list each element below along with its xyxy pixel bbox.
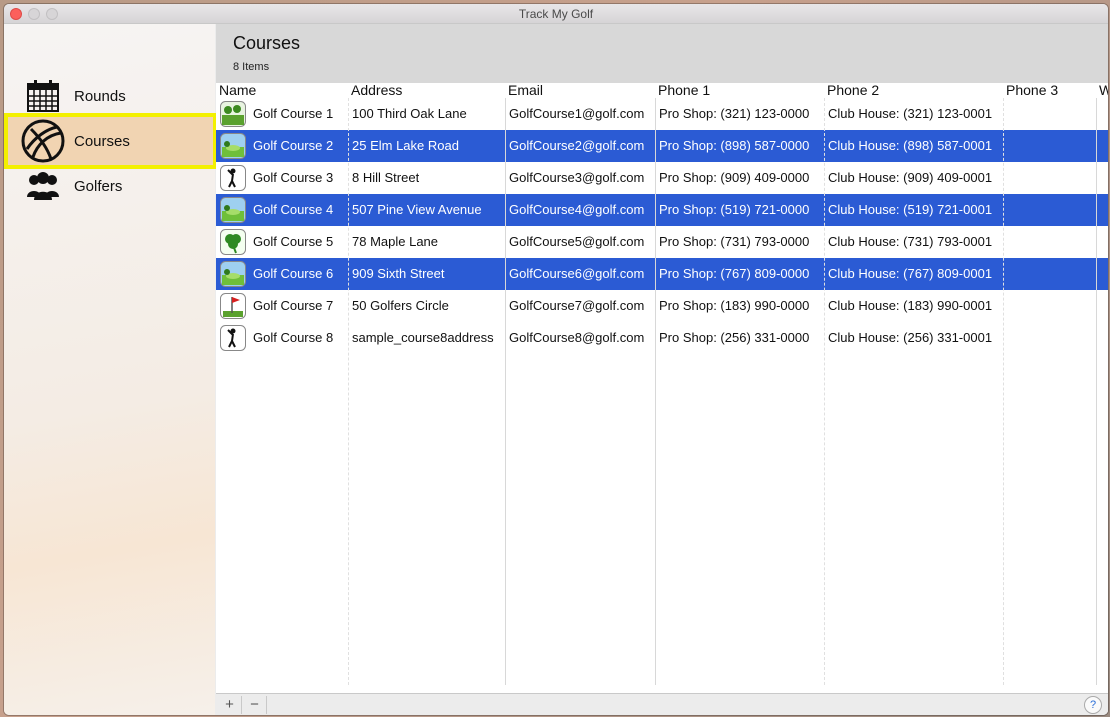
- table-row[interactable]: Golf Course 2 25 Elm Lake Road GolfCourse2…: [216, 130, 1108, 162]
- table-row[interactable]: Golf Course 4 507 Pine View Avenue GolfCou…: [216, 194, 1108, 226]
- cell-email: GolfCourse5@golf.com: [509, 234, 645, 249]
- item-count: 8 Items: [233, 61, 270, 73]
- cell-address: sample_course8address: [352, 330, 494, 345]
- table-row[interactable]: Golf Course 1 100 Third Oak Lane GolfCours…: [216, 98, 1108, 130]
- content-header: Courses 8 Items: [216, 24, 1108, 83]
- help-button[interactable]: ?: [1084, 696, 1102, 714]
- table-row[interactable]: Golf Course 3 8 Hill Street GolfCourse3@go…: [216, 162, 1108, 194]
- cell-name: Golf Course 2: [253, 138, 334, 153]
- cell-address: 507 Pine View Avenue: [352, 202, 482, 217]
- cell-name: Golf Course 8: [253, 330, 334, 345]
- sidebar-item-label: Courses: [74, 132, 130, 150]
- cell-phone1: Pro Shop: (519) 721-0000: [659, 202, 810, 217]
- cell-phone1: Pro Shop: (321) 123-0000: [659, 106, 810, 121]
- sidebar-item-label: Rounds: [74, 87, 126, 105]
- cell-phone1: Pro Shop: (898) 587-0000: [659, 138, 810, 153]
- calendar-icon: [20, 73, 66, 119]
- cell-phone2: Club House: (767) 809-0001: [828, 266, 993, 281]
- cell-phone1: Pro Shop: (183) 990-0000: [659, 298, 810, 313]
- cell-phone1: Pro Shop: (731) 793-0000: [659, 234, 810, 249]
- golfer-swing-icon: [220, 325, 246, 351]
- sidebar: Rounds Courses Golfers: [4, 24, 217, 715]
- cell-email: GolfCourse4@golf.com: [509, 202, 645, 217]
- column-divider: [824, 98, 825, 685]
- course-landscape-icon: [220, 261, 246, 287]
- column-divider: [1003, 98, 1004, 685]
- cell-name: Golf Course 3: [253, 170, 334, 185]
- title-bar: Track My Golf: [4, 4, 1108, 24]
- cell-email: GolfCourse8@golf.com: [509, 330, 645, 345]
- column-header-phone1[interactable]: Phone 1: [658, 83, 710, 98]
- cell-address: 78 Maple Lane: [352, 234, 439, 249]
- bottom-toolbar: + − ?: [216, 693, 1108, 715]
- main-content: Courses 8 Items Name Address Email Phone…: [216, 24, 1108, 715]
- globe-icon: [20, 118, 66, 164]
- cell-phone2: Club House: (731) 793-0001: [828, 234, 993, 249]
- add-button[interactable]: +: [218, 696, 242, 714]
- table-body: Golf Course 1 100 Third Oak Lane GolfCours…: [216, 98, 1108, 354]
- course-landscape-icon: [220, 197, 246, 223]
- cell-name: Golf Course 6: [253, 266, 334, 281]
- table-row[interactable]: Golf Course 5 78 Maple Lane GolfCourse5@go…: [216, 226, 1108, 258]
- course-landscape-icon: [220, 133, 246, 159]
- cell-email: GolfCourse3@golf.com: [509, 170, 645, 185]
- cell-email: GolfCourse7@golf.com: [509, 298, 645, 313]
- cell-name: Golf Course 7: [253, 298, 334, 313]
- cell-email: GolfCourse6@golf.com: [509, 266, 645, 281]
- cell-phone1: Pro Shop: (256) 331-0000: [659, 330, 810, 345]
- cell-phone2: Club House: (898) 587-0001: [828, 138, 993, 153]
- cell-phone2: Club House: (519) 721-0001: [828, 202, 993, 217]
- table-row[interactable]: Golf Course 8 sample_course8address GolfCo…: [216, 322, 1108, 354]
- table-header: Name Address Email Phone 1 Phone 2 Phone…: [216, 83, 1108, 98]
- column-divider: [348, 98, 349, 685]
- cell-name: Golf Course 4: [253, 202, 334, 217]
- cell-phone1: Pro Shop: (767) 809-0000: [659, 266, 810, 281]
- courses-table: Name Address Email Phone 1 Phone 2 Phone…: [216, 83, 1108, 685]
- cell-phone2: Club House: (321) 123-0001: [828, 106, 993, 121]
- group-icon: [20, 163, 66, 209]
- cell-address: 50 Golfers Circle: [352, 298, 449, 313]
- cell-name: Golf Course 1: [253, 106, 334, 121]
- cell-address: 8 Hill Street: [352, 170, 420, 185]
- golfer-swing-icon: [220, 165, 246, 191]
- column-divider: [1096, 98, 1097, 685]
- table-row[interactable]: Golf Course 6 909 Sixth Street GolfCourse6…: [216, 258, 1108, 290]
- page-title: Courses: [233, 33, 301, 53]
- cell-name: Golf Course 5: [253, 234, 334, 249]
- clover-icon: [220, 229, 246, 255]
- column-header-w[interactable]: W: [1099, 83, 1108, 98]
- table-row[interactable]: Golf Course 7 50 Golfers Circle GolfCourse…: [216, 290, 1108, 322]
- sidebar-item-golfers[interactable]: Golfers: [6, 160, 215, 212]
- cell-phone2: Club House: (256) 331-0001: [828, 330, 993, 345]
- column-divider: [655, 98, 656, 685]
- sidebar-item-label: Golfers: [74, 177, 123, 195]
- hole-flag-icon: [220, 293, 246, 319]
- column-divider: [505, 98, 506, 685]
- cell-email: GolfCourse1@golf.com: [509, 106, 645, 121]
- course-flag-icon: [220, 101, 246, 127]
- app-window: Track My Golf Rounds Courses Golfers Cou…: [4, 4, 1108, 715]
- cell-phone2: Club House: (909) 409-0001: [828, 170, 993, 185]
- column-header-phone2[interactable]: Phone 2: [827, 83, 879, 98]
- column-header-phone3[interactable]: Phone 3: [1006, 83, 1058, 98]
- remove-button[interactable]: −: [243, 696, 267, 714]
- cell-email: GolfCourse2@golf.com: [509, 138, 645, 153]
- column-header-name[interactable]: Name: [219, 83, 256, 98]
- cell-address: 25 Elm Lake Road: [352, 138, 459, 153]
- column-header-address[interactable]: Address: [351, 83, 402, 98]
- cell-address: 100 Third Oak Lane: [352, 106, 467, 121]
- column-header-email[interactable]: Email: [508, 83, 543, 98]
- window-title: Track My Golf: [518, 7, 594, 21]
- cell-address: 909 Sixth Street: [352, 266, 445, 281]
- cell-phone1: Pro Shop: (909) 409-0000: [659, 170, 810, 185]
- cell-phone2: Club House: (183) 990-0001: [828, 298, 993, 313]
